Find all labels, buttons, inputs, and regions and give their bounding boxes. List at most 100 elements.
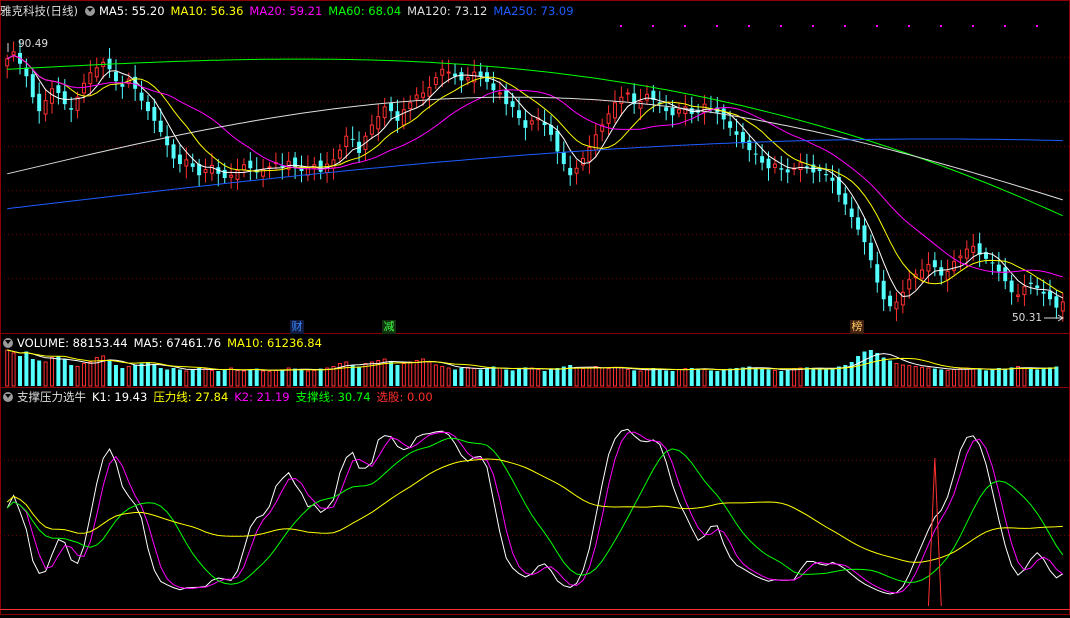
candle-body: [139, 92, 144, 101]
volume-bar: [325, 367, 330, 387]
volume-bar: [651, 368, 656, 386]
candle-body: [888, 295, 893, 307]
candle-body: [664, 107, 669, 112]
candle-body: [881, 280, 886, 300]
volume-bar: [1041, 368, 1046, 386]
candle-body: [267, 166, 272, 169]
volume-bar: [401, 363, 406, 387]
candle-body: [817, 169, 822, 172]
volume-bar: [587, 366, 592, 387]
volume-bar: [408, 361, 413, 387]
volume-bar: [638, 370, 643, 387]
candle-body: [561, 152, 566, 165]
volume-bar: [740, 367, 745, 386]
volume-bar: [779, 371, 784, 386]
volume-indicator-list: VOLUME: 88153.44 MA5: 67461.76 MA10: 61236…: [17, 335, 328, 351]
volume-bar: [1054, 366, 1059, 386]
volume-bar: [625, 369, 630, 387]
volume-bar: [702, 369, 707, 387]
volume-bar: [875, 353, 880, 386]
candle-body: [862, 225, 867, 243]
volume-bar: [798, 367, 803, 387]
volume-bar: [920, 366, 925, 387]
signal-dot: [972, 25, 974, 27]
volume-bar: [1003, 368, 1008, 386]
volume-bar: [293, 368, 298, 386]
volume-bar: [715, 371, 720, 386]
candle-body: [389, 102, 394, 112]
candle-body: [523, 120, 528, 128]
volume-bar: [760, 368, 765, 386]
candle-body: [229, 174, 234, 178]
candle-body: [920, 269, 925, 279]
candle-body: [932, 260, 937, 268]
volume-bar: [555, 368, 560, 386]
candle-body: [1048, 291, 1052, 300]
k2-line: [6, 431, 1064, 594]
dropdown-icon[interactable]: [3, 392, 13, 402]
dropdown-icon[interactable]: [3, 338, 13, 348]
volume-bar: [932, 368, 937, 386]
marker-reduce[interactable]: 减: [382, 320, 396, 334]
volume-bar: [817, 368, 822, 386]
main-indicator-list: MA5: 55.20 MA10: 56.36 MA20: 59.21 MA60: 68…: [99, 3, 580, 19]
candle-body: [401, 109, 406, 126]
candle-body: [830, 177, 835, 181]
volume-bar: [881, 357, 886, 386]
candle-body: [350, 138, 355, 140]
volume-bar: [165, 369, 170, 386]
volume-bar: [593, 366, 598, 387]
dropdown-icon[interactable]: [84, 6, 95, 16]
candle-body: [1003, 267, 1008, 282]
candle-body: [5, 58, 10, 67]
candle-body: [465, 77, 470, 81]
candle-body: [209, 164, 214, 174]
candle-body: [344, 135, 349, 148]
volume-bar: [139, 363, 144, 386]
candle-body: [753, 153, 758, 155]
chart-stage: 雅克科技 (日线) MA5: 55.20 MA10: 56.36 MA20: 59.…: [0, 0, 1070, 615]
osc-indicator-3: 支撑线: 30.74: [295, 390, 371, 404]
marker-finance[interactable]: 财: [290, 320, 304, 334]
volume-bar: [440, 366, 445, 387]
marker-list[interactable]: 榜: [850, 320, 864, 334]
candle-body: [926, 263, 931, 272]
main-panel-header: 雅克科技 (日线) MA5: 55.20 MA10: 56.36 MA20: 59.…: [0, 3, 586, 19]
volume-bar: [606, 368, 611, 387]
candle-body: [1028, 282, 1033, 284]
candle-body: [382, 106, 387, 119]
candle-body: [337, 149, 342, 159]
volume-panel-header: VOLUME: 88153.44 MA5: 67461.76 MA10: 61236…: [0, 335, 334, 351]
volume-bar: [433, 364, 438, 387]
signal-dot: [652, 25, 654, 27]
candle-body: [43, 100, 48, 115]
candle-body: [606, 113, 611, 124]
signal-dot: [876, 25, 878, 27]
period-label: (日线): [46, 4, 78, 18]
signal-dot: [1036, 25, 1038, 27]
volume-bar: [888, 360, 893, 386]
candle-body: [990, 262, 995, 264]
volume-bar: [504, 369, 509, 386]
volume-bar: [62, 359, 67, 386]
candle-body: [440, 68, 445, 76]
candle-body: [1016, 294, 1021, 297]
candle-body: [625, 92, 630, 95]
osc-title: 支撑压力选牛: [17, 390, 86, 404]
signal-dot: [780, 25, 782, 27]
volume-indicator-2: MA10: 61236.84: [227, 336, 322, 350]
candle-body: [996, 264, 1001, 272]
signal-dot: [716, 25, 718, 27]
candle-body: [875, 264, 880, 283]
volume-bar: [248, 369, 253, 386]
signal-dot: [620, 25, 622, 27]
volume-bar: [171, 368, 176, 386]
volume-bar: [421, 358, 426, 387]
candle-body: [203, 169, 208, 173]
volume-bar: [158, 368, 163, 386]
candle-body: [728, 121, 733, 128]
ma120-line: [7, 96, 1063, 201]
candle-body: [856, 217, 861, 230]
volume-bar: [472, 368, 477, 387]
candle-body: [171, 144, 176, 159]
